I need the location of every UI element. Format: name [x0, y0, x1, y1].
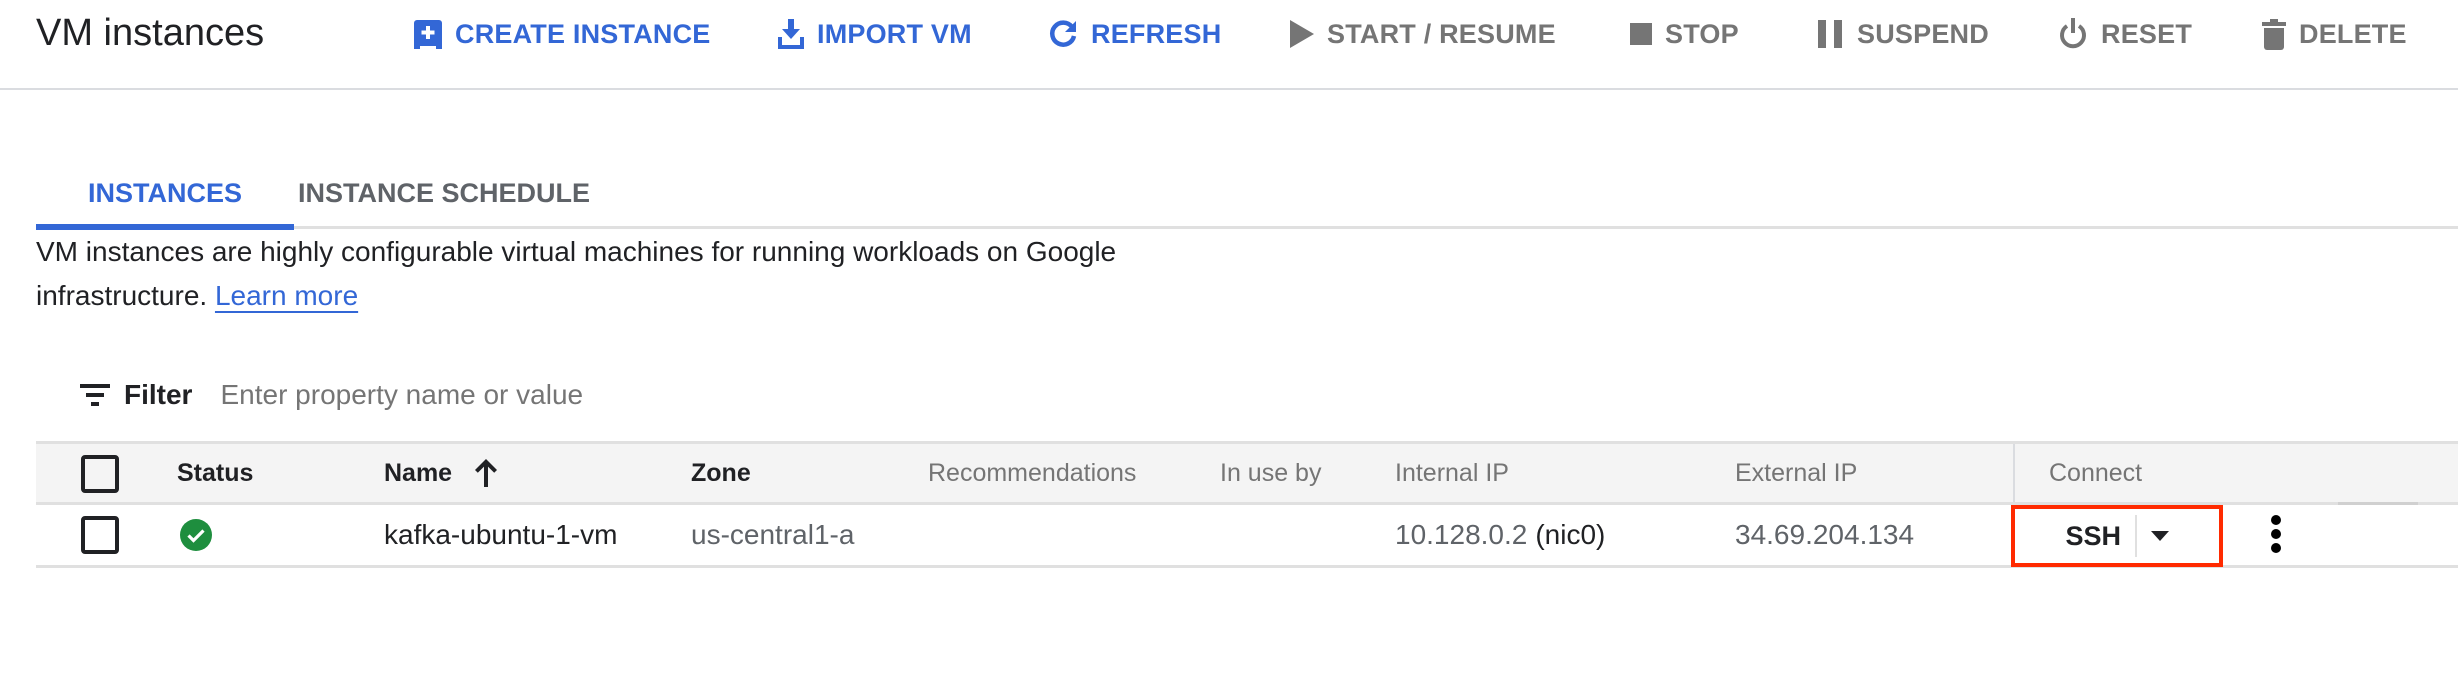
column-header-in-use-by[interactable]: In use by — [1220, 444, 1321, 502]
import-vm-label: IMPORT VM — [817, 18, 972, 49]
table-row: kafka-ubuntu-1-vm us-central1-a 10.128.0… — [36, 505, 2458, 568]
column-header-recommendations[interactable]: Recommendations — [928, 444, 1136, 502]
filter-label: Filter — [124, 379, 193, 410]
learn-more-link[interactable]: Learn more — [215, 280, 358, 311]
column-header-connect: Connect — [2049, 458, 2143, 487]
refresh-button[interactable]: REFRESH — [1048, 14, 1221, 54]
tab-instances[interactable]: INSTANCES — [36, 160, 294, 230]
instance-external-ip: 34.69.204.134 — [1735, 519, 1915, 550]
power-icon — [2060, 18, 2086, 49]
page-title: VM instances — [36, 12, 265, 54]
filter-input[interactable] — [220, 379, 921, 411]
column-header-name-label: Name — [384, 458, 453, 487]
tab-instances-label: INSTANCES — [87, 177, 242, 208]
column-header-external-ip[interactable]: External IP — [1735, 444, 1857, 502]
description-text: VM instances are highly configurable vir… — [36, 236, 1117, 311]
sort-ascending-icon[interactable] — [474, 459, 498, 487]
column-header-name[interactable]: Name — [384, 444, 498, 502]
status-running-icon — [180, 519, 212, 551]
instance-name[interactable]: kafka-ubuntu-1-vm — [384, 505, 617, 565]
start-resume-button[interactable]: START / RESUME — [1290, 14, 1556, 54]
tab-bar: INSTANCES INSTANCE SCHEDULE — [36, 160, 2458, 230]
filter-icon[interactable] — [80, 384, 110, 406]
suspend-label: SUSPEND — [1857, 18, 1989, 49]
ssh-dropdown-button[interactable] — [2137, 509, 2219, 563]
ssh-button[interactable]: SSH — [2015, 509, 2135, 563]
status-cell — [180, 505, 212, 565]
start-resume-label: START / RESUME — [1327, 18, 1556, 49]
internal-ip-value: 10.128.0.2 — [1395, 519, 1528, 550]
reset-label: RESET — [2101, 18, 2193, 49]
instance-zone: us-central1-a — [691, 519, 855, 550]
import-vm-button[interactable]: IMPORT VM — [778, 14, 972, 54]
create-instance-button[interactable]: CREATE INSTANCE — [414, 14, 711, 54]
suspend-button[interactable]: SUSPEND — [1818, 14, 1989, 54]
instance-internal-ip: 10.128.0.2 (nic0) — [1395, 505, 1605, 565]
delete-button[interactable]: DELETE — [2262, 14, 2407, 54]
refresh-icon — [1050, 20, 1077, 47]
more-actions-icon[interactable] — [2264, 513, 2288, 559]
delete-label: DELETE — [2299, 18, 2407, 49]
add-box-icon — [414, 19, 442, 49]
column-divider — [2013, 444, 2015, 502]
trash-icon — [2262, 19, 2286, 50]
refresh-label: REFRESH — [1091, 18, 1222, 49]
row-checkbox[interactable] — [81, 516, 119, 554]
column-header-zone[interactable]: Zone — [691, 444, 751, 502]
tab-instance-schedule[interactable]: INSTANCE SCHEDULE — [294, 160, 594, 226]
toolbar: VM instances CREATE INSTANCE IMPORT VM R… — [0, 0, 2458, 90]
stop-icon — [1630, 23, 1652, 45]
filter-bar: Filter — [80, 372, 921, 418]
select-all-checkbox[interactable] — [81, 455, 119, 493]
tab-instance-schedule-label: INSTANCE SCHEDULE — [297, 177, 591, 208]
page-description: VM instances are highly configurable vir… — [36, 230, 1176, 318]
column-header-status[interactable]: Status — [177, 444, 253, 502]
reset-button[interactable]: RESET — [2058, 14, 2192, 54]
internal-ip-nic: (nic0) — [1535, 519, 1606, 550]
pause-icon — [1818, 20, 1842, 48]
download-icon — [778, 19, 804, 49]
ssh-connect-highlight: SSH — [2011, 505, 2223, 567]
stop-button[interactable]: STOP — [1630, 14, 1739, 54]
play-icon — [1290, 20, 1314, 48]
table-header: Status Name Zone Recommendations In use … — [36, 441, 2458, 505]
create-instance-label: CREATE INSTANCE — [455, 18, 711, 49]
column-header-internal-ip[interactable]: Internal IP — [1395, 444, 1509, 502]
caret-down-icon — [2151, 531, 2169, 541]
stop-label: STOP — [1665, 18, 1739, 49]
